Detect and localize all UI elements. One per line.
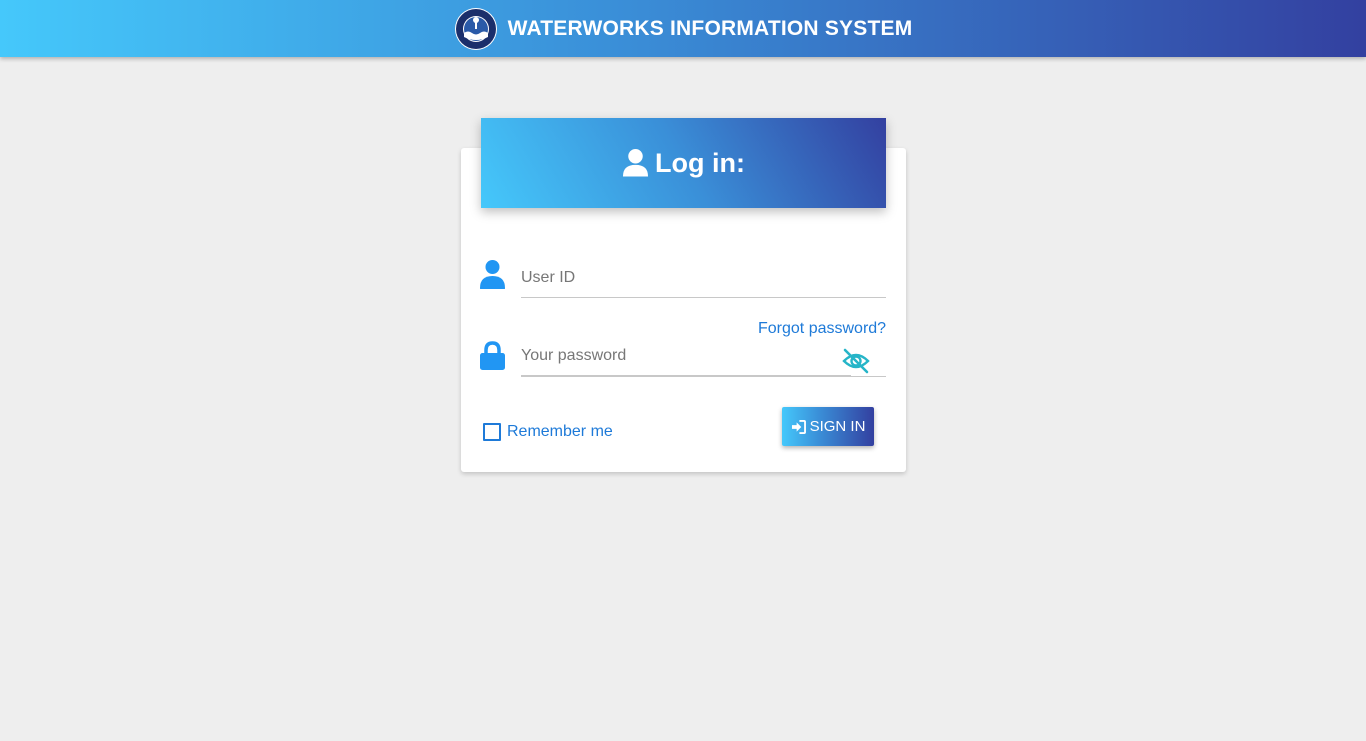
user-id-input[interactable] bbox=[521, 258, 886, 298]
password-underline bbox=[521, 376, 886, 377]
user-icon bbox=[480, 260, 505, 289]
lock-icon bbox=[480, 341, 505, 370]
user-icon bbox=[622, 149, 649, 177]
sign-in-icon bbox=[791, 419, 806, 434]
sign-in-label: SIGN IN bbox=[809, 418, 866, 435]
app-title: WATERWORKS INFORMATION SYSTEM bbox=[507, 16, 913, 40]
brand: WATERWORKS INFORMATION SYSTEM bbox=[454, 7, 913, 51]
eye-slash-icon[interactable] bbox=[841, 348, 871, 374]
remember-me-checkbox[interactable] bbox=[483, 423, 501, 441]
water-district-seal-icon bbox=[454, 7, 497, 50]
remember-me-label: Remember me bbox=[507, 423, 613, 440]
login-card-header: Log in: bbox=[481, 118, 886, 208]
user-id-field bbox=[480, 256, 886, 298]
sign-in-button[interactable]: SIGN IN bbox=[782, 407, 874, 446]
top-app-bar: WATERWORKS INFORMATION SYSTEM bbox=[0, 0, 1366, 57]
remember-me[interactable]: Remember me bbox=[483, 423, 613, 441]
login-title: Log in: bbox=[655, 147, 745, 178]
password-input[interactable] bbox=[521, 336, 851, 376]
password-field bbox=[480, 336, 886, 378]
